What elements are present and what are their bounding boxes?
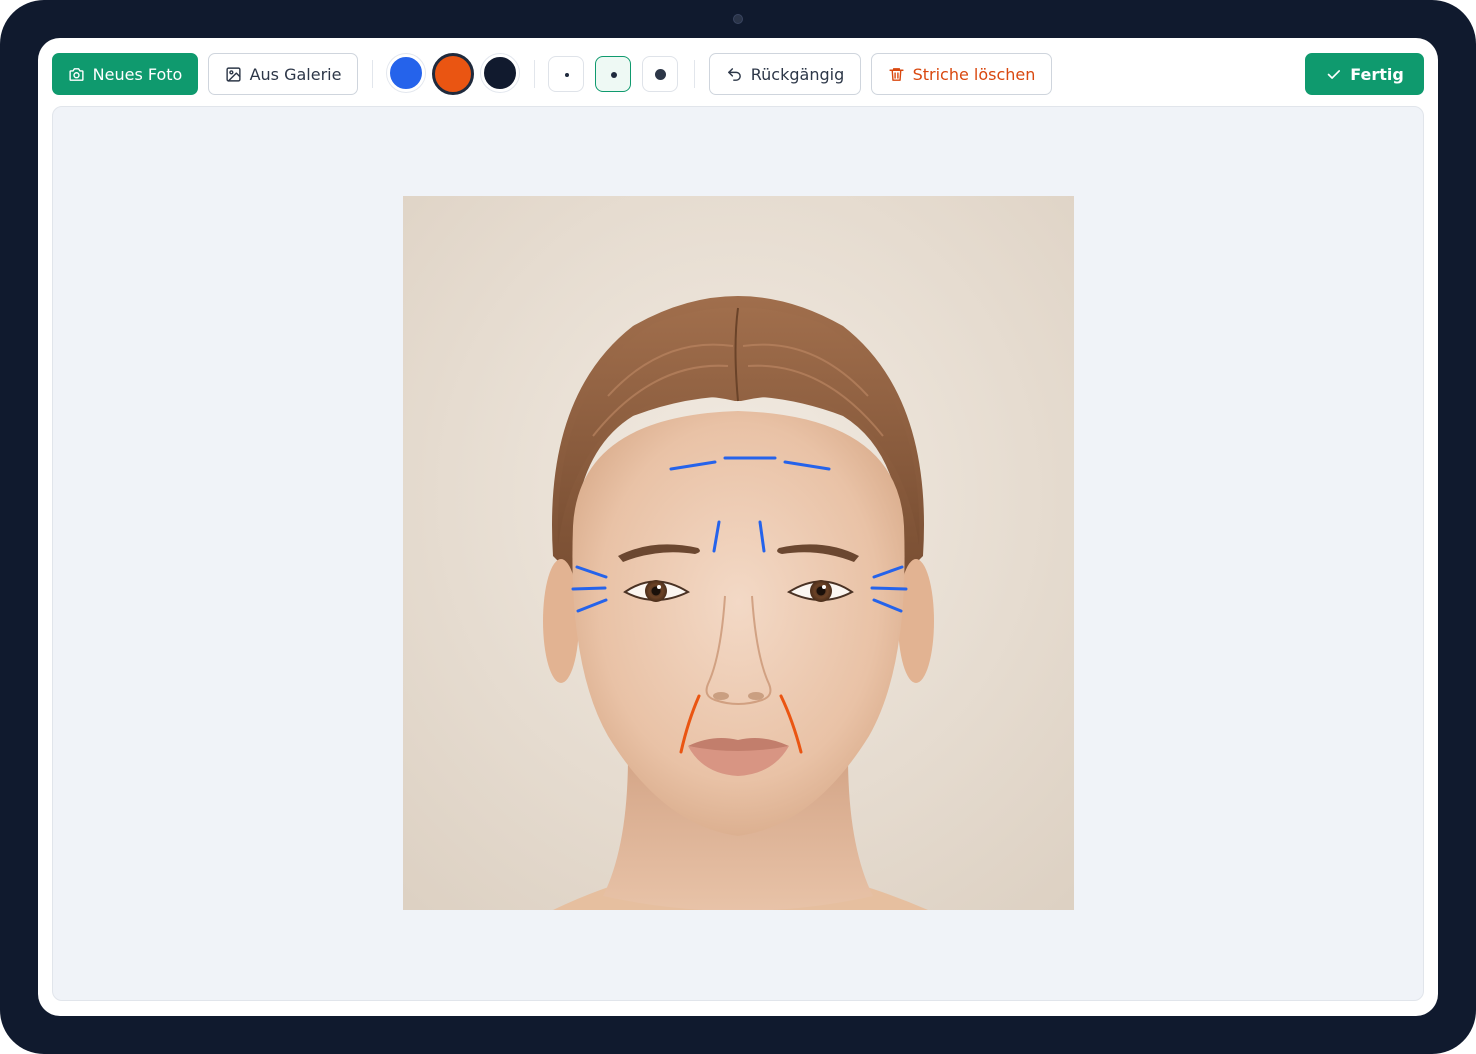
brush-dot-medium	[611, 72, 617, 78]
toolbar-divider	[372, 60, 373, 88]
toolbar-divider	[534, 60, 535, 88]
drawing-canvas[interactable]	[52, 106, 1424, 1001]
new-photo-button[interactable]: Neues Foto	[52, 53, 198, 95]
done-label: Fertig	[1350, 64, 1404, 84]
clear-strokes-button[interactable]: Striche löschen	[871, 53, 1052, 95]
toolbar: Neues Foto Aus Galerie Rückgängig Strich…	[38, 38, 1438, 108]
camera-icon	[68, 66, 85, 83]
toolbar-divider	[694, 60, 695, 88]
brush-size-small[interactable]	[548, 56, 584, 92]
right-nostril	[748, 692, 764, 700]
brush-size-medium[interactable]	[595, 56, 631, 92]
color-swatch-dark[interactable]	[481, 54, 519, 92]
face-photo[interactable]	[403, 196, 1074, 910]
app-screen: Neues Foto Aus Galerie Rückgängig Strich…	[38, 38, 1438, 1016]
color-swatch-orange[interactable]	[432, 53, 474, 95]
brush-dot-small	[565, 73, 569, 77]
brush-size-large[interactable]	[642, 56, 678, 92]
new-photo-label: Neues Foto	[92, 64, 183, 84]
image-icon	[225, 66, 242, 83]
right-eye-highlight	[822, 585, 826, 589]
check-icon	[1325, 66, 1342, 83]
left-eye-highlight	[657, 585, 661, 589]
undo-label: Rückgängig	[750, 64, 845, 84]
done-button[interactable]: Fertig	[1305, 53, 1424, 95]
left-nostril	[713, 692, 729, 700]
trash-icon	[888, 66, 905, 83]
undo-icon	[726, 66, 743, 83]
color-swatch-blue[interactable]	[387, 54, 425, 92]
gallery-button[interactable]: Aus Galerie	[208, 53, 358, 95]
brush-dot-large	[655, 69, 666, 80]
gallery-label: Aus Galerie	[249, 64, 342, 84]
undo-button[interactable]: Rückgängig	[709, 53, 861, 95]
tablet-frame: Neues Foto Aus Galerie Rückgängig Strich…	[0, 0, 1476, 1054]
clear-strokes-label: Striche löschen	[912, 64, 1036, 84]
front-camera	[733, 14, 743, 24]
